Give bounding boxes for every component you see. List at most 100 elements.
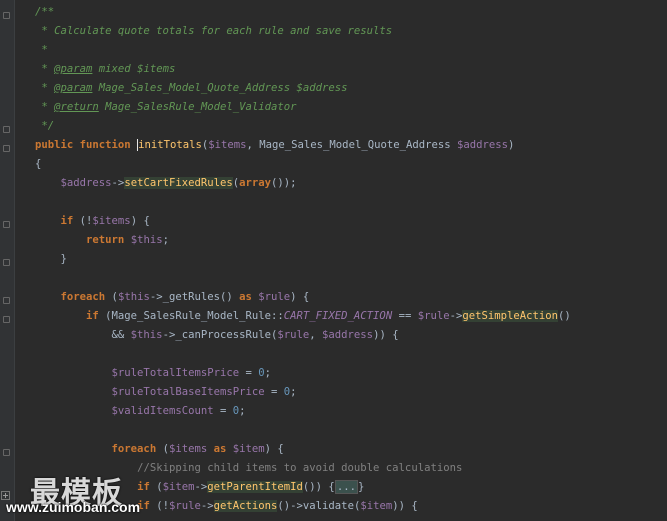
code-token: //Skipping child items to avoid double c… [137,462,463,474]
code-token: $rule [168,500,201,512]
code-token: $items [168,443,208,455]
code-token: $validItemsCount [111,405,214,417]
code-token: foreach [111,443,163,455]
code-token: setCartFixedRules [124,177,233,189]
code-token: $this [130,329,163,341]
code-token: $rule [277,329,310,341]
code-line[interactable]: /** [35,3,54,22]
code-token: $rule [417,310,450,322]
code-token: } [35,253,67,265]
code-token: $this [130,234,163,246]
code-line[interactable]: foreach ($this->_getRules() as $rule) { [35,288,310,307]
code-token: /** [35,6,55,18]
code-token: Mage_SalesRule_Model_Validator [98,101,297,113]
code-token: (Mage_SalesRule_Model_Rule:: [105,310,284,322]
code-token: ) [508,139,515,151]
code-token: -> [194,481,208,493]
code-line[interactable]: $ruleTotalBaseItemsPrice = 0; [35,383,297,402]
code-token: mixed $items [92,63,176,75]
code-line[interactable]: if (Mage_SalesRule_Model_Rule::CART_FIXE… [35,307,571,326]
code-token: { [35,158,42,170]
code-token: $this [117,291,150,303]
code-token: = [213,405,233,417]
code-line[interactable]: * Calculate quote totals for each rule a… [35,22,392,41]
code-token: ) { [264,443,284,455]
code-line[interactable]: * @param mixed $items [35,60,175,79]
code-token: * [35,101,55,113]
code-token: , [309,329,323,341]
code-line[interactable]: } [35,250,67,269]
code-token: ()->validate( [277,500,361,512]
code-line[interactable]: * [35,41,48,60]
code-line[interactable]: */ [35,117,54,136]
code-token: as [239,291,259,303]
code-token: ) { [290,291,310,303]
code-token: $ruleTotalBaseItemsPrice [111,386,265,398]
code-token: $items [208,139,247,151]
code-token: } [357,481,365,493]
code-token: Mage_Sales_Model_Quote_Address $address [92,82,348,94]
code-token: ()) { [302,481,335,493]
code-token: if [60,215,80,227]
code-token: && [35,329,131,341]
code-token: )) { [392,500,418,512]
code-line[interactable]: return $this; [35,231,169,250]
code-token: $items [92,215,131,227]
code-token: * [35,82,55,94]
code-token: foreach [60,291,112,303]
code-editor[interactable]: /** * Calculate quote totals for each ru… [0,0,667,521]
code-token: ->_getRules() [149,291,240,303]
code-token: ; [239,405,246,417]
code-token: @param [54,63,93,75]
code-token: == [392,310,418,322]
code-token: , Mage_Sales_Model_Quote_Address [246,139,457,151]
code-token: -> [449,310,463,322]
code-token: */ [35,120,55,132]
code-token: array [239,177,272,189]
code-token: ; [290,386,297,398]
code-token: () [558,310,571,322]
watermark-url: www.zuimoban.com [6,499,141,515]
code-token: -> [200,500,214,512]
code-token: * [35,44,48,56]
code-token: getSimpleAction [462,310,559,322]
code-token: $item [232,443,265,455]
code-line[interactable]: * @return Mage_SalesRule_Model_Validator [35,98,297,117]
code-line[interactable]: foreach ($items as $item) { [35,440,284,459]
code-line[interactable]: if (!$items) { [35,212,150,231]
code-token: public function [35,139,138,151]
code-line[interactable]: && $this->_canProcessRule($rule, $addres… [35,326,399,345]
code-line[interactable]: public function initTotals($items, Mage_… [35,136,514,155]
code-token: ) { [130,215,150,227]
code-line[interactable]: $ruleTotalItemsPrice = 0; [35,364,271,383]
code-token: ; [264,367,272,379]
code-token: CART_FIXED_ACTION [283,310,393,322]
code-token: $ruleTotalItemsPrice [111,367,240,379]
code-line[interactable]: $validItemsCount = 0; [35,402,246,421]
code-token: (! [79,215,93,227]
code-token: = [264,386,284,398]
code-token: getActions [213,500,278,512]
code-token: $address [457,139,509,151]
code-token: ... [334,480,358,494]
code-token: * [35,63,55,75]
code-token: if [86,310,106,322]
code-token: as [207,443,233,455]
code-token: initTotals [138,139,202,151]
code-line[interactable]: * @param Mage_Sales_Model_Quote_Address … [35,79,348,98]
code-line[interactable]: $address->setCartFixedRules(array()); [35,174,297,193]
code-token: ; [162,234,169,246]
code-line[interactable]: { [35,155,41,174]
code-token: = [239,367,259,379]
code-token: -> [111,177,125,189]
code-token: getParentItemId [207,481,303,493]
